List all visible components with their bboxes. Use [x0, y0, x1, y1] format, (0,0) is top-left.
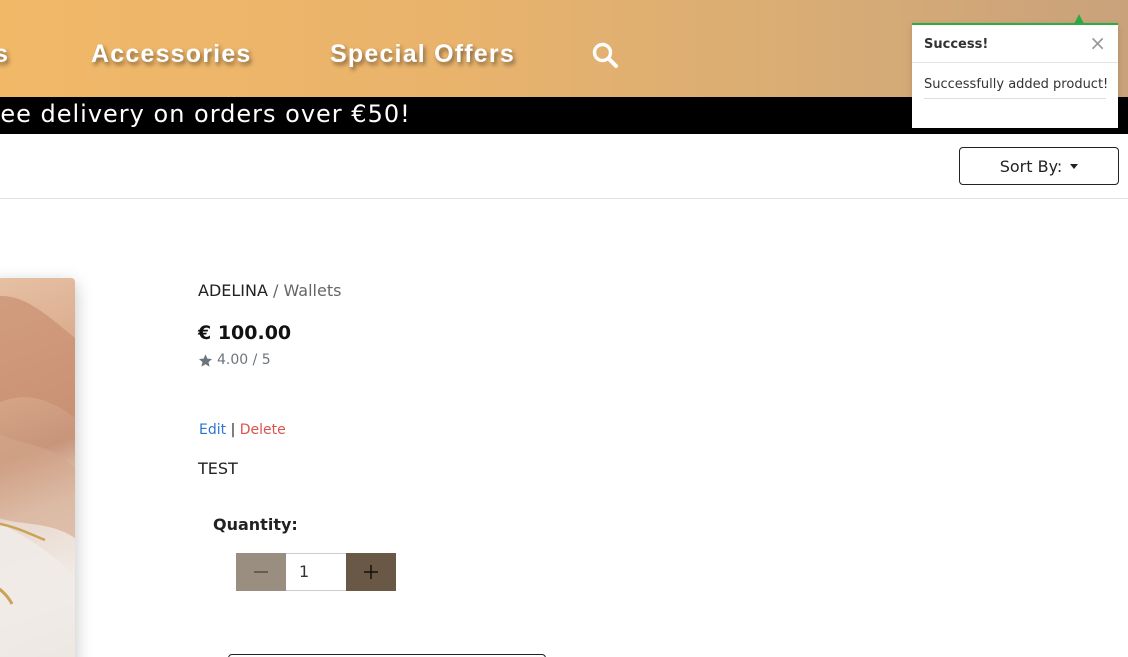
rating-value: 4.00 / 5 [217, 352, 271, 368]
decrement-button[interactable] [236, 553, 286, 591]
product-category[interactable]: Wallets [283, 281, 341, 300]
product-price: € 100.00 [198, 322, 292, 344]
caret-down-icon [1070, 163, 1079, 169]
increment-button[interactable] [346, 553, 396, 591]
quantity-stepper: 1 [236, 553, 396, 591]
minus-icon [254, 571, 268, 573]
plus-icon [364, 565, 378, 579]
toast-header: Success! × [912, 25, 1118, 63]
edit-link[interactable]: Edit [199, 422, 226, 438]
delete-link[interactable]: Delete [240, 422, 286, 438]
link-divider: | [230, 422, 236, 438]
banner-text: ree delivery on orders over €50! [0, 100, 411, 128]
nav-item-partial[interactable]: s [0, 40, 9, 69]
product-rating: 4.00 / 5 [198, 352, 271, 368]
success-toast: Success! × Successfully added product! [912, 23, 1118, 128]
product-brand-line: ADELINA / Wallets [198, 281, 341, 300]
quantity-label: Quantity: [213, 515, 298, 534]
nav-item-accessories[interactable]: Accessories [91, 40, 252, 69]
product-image [0, 278, 75, 657]
toast-title: Success! [924, 37, 989, 52]
admin-links: Edit | Delete [199, 422, 286, 438]
star-icon [198, 353, 213, 367]
quantity-input[interactable]: 1 [286, 553, 346, 591]
nav-item-special-offers[interactable]: Special Offers [330, 40, 515, 69]
brand-separator: / [267, 281, 284, 300]
product-description: TEST [198, 459, 238, 478]
toast-message: Successfully added product! [924, 77, 1108, 99]
toast-body: Successfully added product! [912, 63, 1118, 99]
sort-by-button[interactable]: Sort By: [959, 147, 1119, 185]
close-icon[interactable]: × [1089, 31, 1106, 55]
search-icon[interactable] [591, 41, 619, 69]
product-brand: ADELINA [198, 281, 268, 300]
sort-by-label: Sort By: [999, 156, 1063, 176]
